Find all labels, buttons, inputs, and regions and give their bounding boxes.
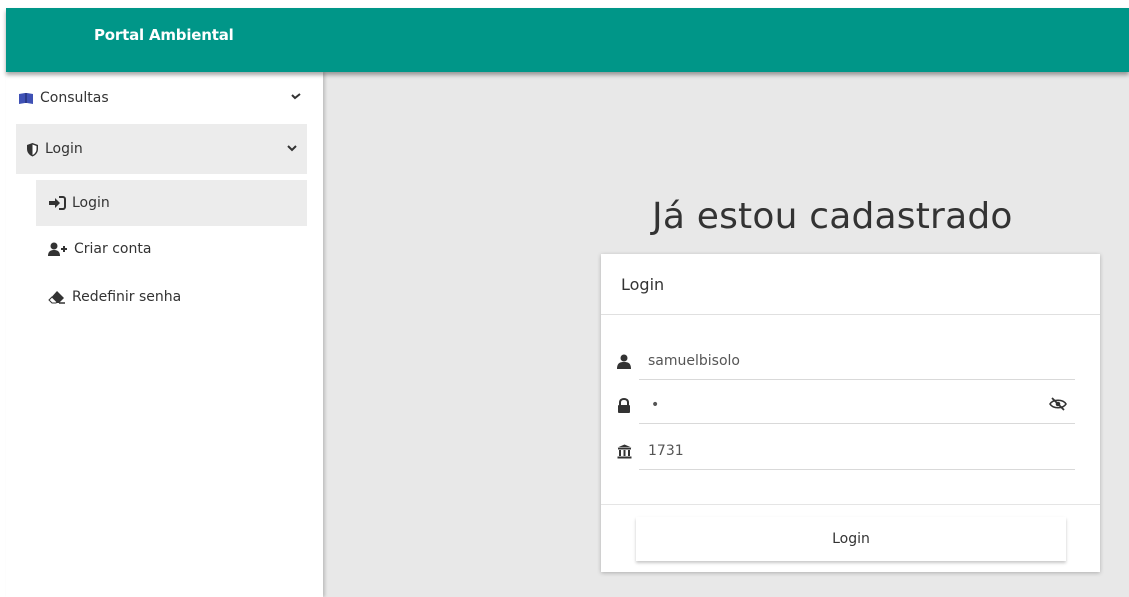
brand-title[interactable]: Portal Ambiental (94, 8, 234, 62)
page-title: Já estou cadastrado (652, 196, 1013, 237)
sidebar-item-label: Consultas (40, 90, 109, 106)
eye-slash-icon[interactable] (1049, 396, 1067, 415)
sign-in-icon (48, 196, 66, 210)
card-header: Login (601, 254, 1100, 315)
lock-icon (611, 397, 637, 413)
top-app-bar: Portal Ambiental (6, 8, 1129, 72)
chevron-down-icon[interactable] (290, 90, 302, 104)
username-input[interactable] (648, 346, 1038, 376)
username-field (611, 342, 1075, 380)
sidebar-item-login[interactable]: Login (36, 180, 307, 226)
institution-field (611, 432, 1075, 470)
sidebar-item-consultas[interactable]: Consultas (18, 88, 308, 108)
login-button[interactable]: Login (636, 517, 1066, 561)
sidebar-item-criar-conta[interactable]: Criar conta (36, 236, 307, 262)
sidebar-item-label: Login (72, 195, 110, 211)
card-divider (601, 504, 1100, 505)
sidebar-item-redefinir-senha[interactable]: Redefinir senha (36, 284, 307, 310)
shield-icon (26, 142, 39, 157)
password-field: • (611, 386, 1075, 424)
login-card: Login • Login (601, 254, 1100, 572)
institution-input[interactable] (648, 436, 1038, 466)
password-value[interactable]: • (651, 397, 659, 413)
sidebar-item-login-group[interactable]: Login (16, 124, 307, 174)
chevron-down-icon[interactable] (286, 142, 298, 156)
sidebar-item-label: Login (45, 141, 83, 157)
user-icon (611, 354, 637, 369)
sidebar: Consultas Login Login Criar conta Redefi… (6, 72, 323, 597)
building-columns-icon (611, 444, 637, 459)
book-open-icon (18, 92, 34, 105)
eraser-icon (48, 290, 66, 304)
sidebar-item-label: Criar conta (74, 241, 152, 257)
sidebar-item-label: Redefinir senha (72, 289, 182, 305)
user-plus-icon (48, 242, 68, 257)
